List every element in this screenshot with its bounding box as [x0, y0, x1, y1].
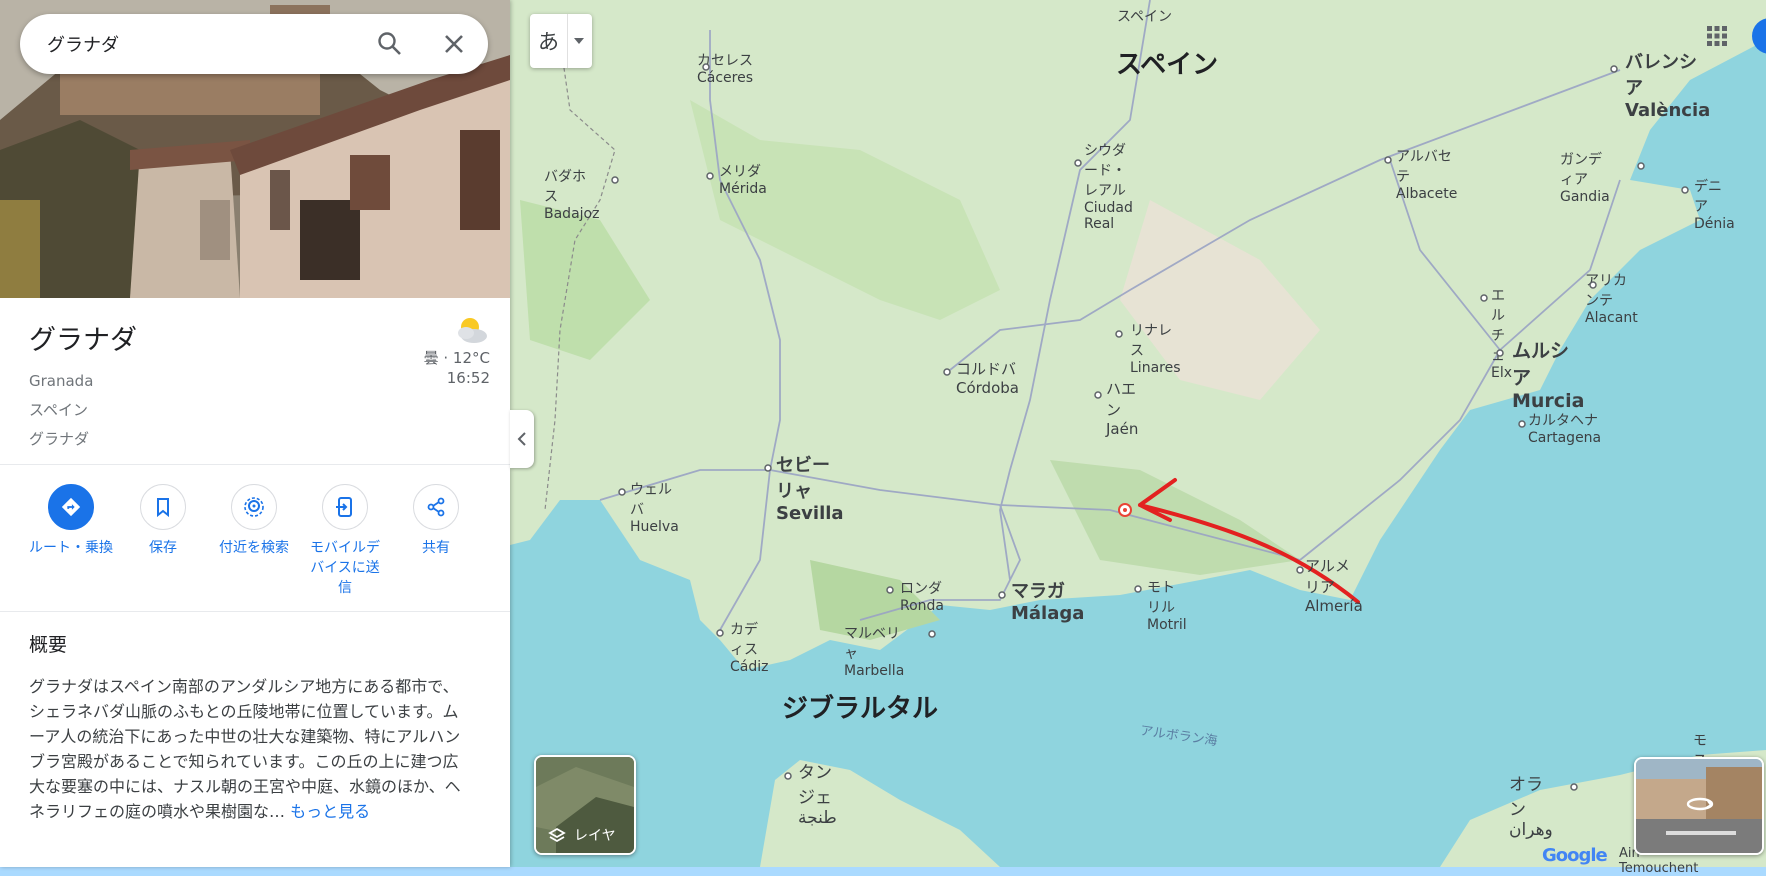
- overview-body: グラナダはスペイン南部のアンダルシア地方にある都市で、シェラネバダ山脈のふもとの…: [29, 677, 461, 821]
- city-almeria: アルメリア Almería: [1305, 557, 1363, 615]
- nearby-label: 付近を検索: [219, 540, 289, 556]
- city-huelva: ウェルバ Huelva: [630, 482, 679, 535]
- place-country: スペイン: [29, 401, 88, 419]
- place-title: グラナダ: [29, 325, 137, 356]
- city-cartagena: カルタヘナ Cartagena: [1528, 413, 1602, 446]
- city-gandia: ガンディア Gandia: [1560, 152, 1610, 205]
- place-header: グラナダ Granada スペイン グラナダ: [29, 318, 137, 454]
- city-denia: デニア Dénia: [1694, 179, 1735, 232]
- label-alboran-sea: アルボラン海: [1139, 723, 1219, 750]
- overview-heading: 概要: [29, 634, 68, 656]
- nearby-button[interactable]: 付近を検索: [208, 484, 300, 558]
- city-merida: メリダ Mérida: [719, 164, 767, 197]
- weather-time: 16:52: [446, 369, 490, 387]
- partly-cloudy-icon: [424, 314, 490, 348]
- city-motril: モトリル Motril: [1147, 580, 1187, 633]
- city-badajoz: バダホス Badajoz: [544, 169, 600, 222]
- divider: [0, 464, 510, 465]
- share-button[interactable]: 共有: [390, 484, 482, 558]
- collapse-panel-button[interactable]: [510, 410, 534, 468]
- bookmark-icon: [140, 484, 186, 530]
- layers-button[interactable]: レイヤ: [534, 755, 636, 855]
- search-input[interactable]: グラナダ: [47, 31, 119, 57]
- city-linares: リナレス Linares: [1130, 323, 1181, 376]
- save-label: 保存: [149, 540, 177, 556]
- city-alacant: アリカンテ Alacant: [1585, 273, 1638, 326]
- city-caceres: カセレス Cáceres: [697, 53, 754, 86]
- place-romaji: Granada: [29, 372, 94, 390]
- google-logo: Google: [1542, 845, 1608, 866]
- directions-icon: [48, 484, 94, 530]
- directions-label: ルート・乗換: [29, 540, 113, 556]
- weather-widget: 曇 · 12°C 16:52: [424, 314, 490, 388]
- city-murcia: ムルシア Murcia: [1512, 340, 1585, 412]
- send-to-phone-icon: [322, 484, 368, 530]
- nearby-icon: [231, 484, 277, 530]
- city-elx: エルチェ Elx: [1491, 288, 1513, 381]
- city-jaen: ハエン Jaén: [1106, 380, 1139, 438]
- lang-label: あ: [538, 30, 559, 54]
- share-label: 共有: [422, 540, 450, 556]
- city-sevilla: セビーリャ Sevilla: [776, 455, 844, 524]
- city-ciudadreal: シウダード・レアル Ciudad Real: [1084, 143, 1133, 232]
- label-spain-big: スペイン: [1116, 50, 1219, 80]
- divider: [0, 611, 510, 612]
- city-cordoba: コルドバ Córdoba: [956, 360, 1019, 397]
- search-icon[interactable]: [376, 30, 404, 58]
- more-link[interactable]: もっと見る: [290, 802, 370, 821]
- label-spain: スペイン: [1117, 9, 1173, 25]
- search-box[interactable]: グラナダ: [20, 14, 488, 74]
- place-panel: グラナダ Granada スペイン グラナダ 曇 · 12°C 16:52 ルー…: [0, 0, 510, 867]
- close-icon[interactable]: [440, 30, 468, 58]
- layers-label: レイヤ: [574, 828, 616, 844]
- city-malaga: マラガ Málaga: [1011, 581, 1085, 624]
- place-region: グラナダ: [29, 430, 90, 448]
- city-tangier: タンジェ طنجة: [798, 763, 837, 828]
- city-cadiz: カディス Cádiz: [730, 622, 769, 675]
- city-marbella: マルベリャ Marbella: [844, 626, 905, 679]
- street-view-thumbnail[interactable]: [1634, 757, 1764, 855]
- label-gibraltar: ジブラルタル: [782, 694, 939, 724]
- share-icon: [413, 484, 459, 530]
- city-oran: オラン وهران: [1509, 775, 1553, 840]
- weather-desc: 曇 · 12°C: [423, 349, 490, 367]
- layers-icon: [548, 827, 566, 843]
- overview-text: グラナダはスペイン南部のアンダルシア地方にある都市で、シェラネバダ山脈のふもとの…: [29, 674, 474, 824]
- rotate-360-icon: [1686, 797, 1714, 811]
- chevron-left-icon: [517, 432, 526, 446]
- city-albacete: アルバセテ Albacete: [1396, 149, 1458, 202]
- input-language-button[interactable]: あ: [530, 14, 592, 68]
- send-to-phone-label: モバイルデバイスに送信: [310, 540, 380, 596]
- save-button[interactable]: 保存: [117, 484, 209, 558]
- apps-grid-icon[interactable]: [1705, 24, 1729, 48]
- chevron-down-icon: [574, 38, 584, 44]
- directions-button[interactable]: ルート・乗換: [25, 484, 117, 558]
- city-valencia: バレンシア València: [1625, 52, 1711, 121]
- map-canvas[interactable]: スペイン ジブラルタル アルボラン海 Google スペイン カセレス Cácer…: [510, 0, 1766, 876]
- city-ronda: ロンダ Ronda: [900, 581, 945, 614]
- send-to-phone-button[interactable]: モバイルデバイスに送信: [299, 484, 391, 598]
